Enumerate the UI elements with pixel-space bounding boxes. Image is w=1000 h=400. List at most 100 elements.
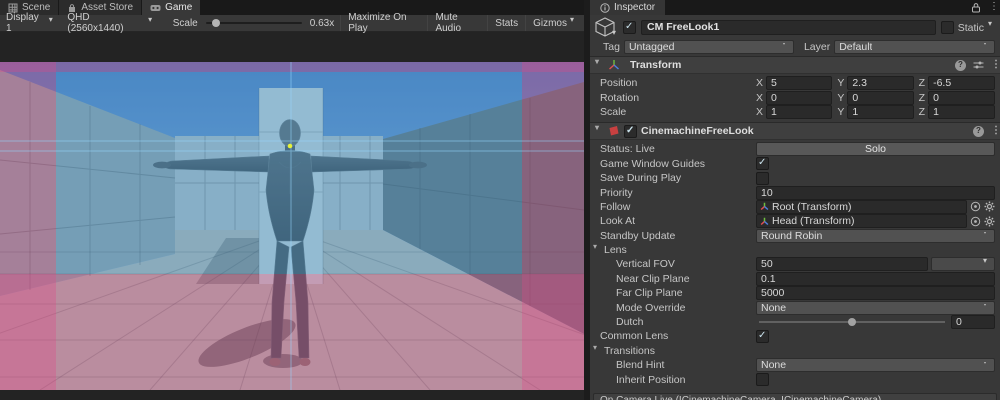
rotation-z-field[interactable]: 0 — [928, 91, 995, 105]
far-clip-label: Far Clip Plane — [590, 287, 756, 299]
foldout-arrow-icon — [593, 346, 602, 356]
component-menu-icon[interactable] — [991, 60, 995, 71]
transform-header[interactable]: Transform — [590, 57, 1000, 74]
tag-value: Untagged — [629, 41, 675, 53]
look-at-row: Look At Head (Transform) — [590, 214, 1000, 228]
tab-game[interactable]: Game — [142, 0, 200, 15]
gameobject-name-field[interactable]: CM FreeLook1 — [641, 20, 936, 35]
cinemachine-component: CinemachineFreeLook Status: Live Solo Ga… — [590, 122, 1000, 400]
transform-icon — [608, 59, 620, 71]
lens-foldout[interactable]: Lens — [590, 243, 1000, 257]
tab-inspector[interactable]: Inspector — [590, 0, 665, 15]
standby-update-dropdown[interactable]: Round Robin — [756, 229, 995, 243]
cinemachine-header-icons — [973, 126, 995, 137]
scale-slider-knob[interactable] — [212, 19, 220, 27]
gear-icon[interactable] — [984, 216, 995, 227]
save-during-play-label: Save During Play — [590, 172, 756, 184]
dutch-slider-knob[interactable] — [848, 318, 856, 326]
stats-button[interactable]: Stats — [487, 15, 525, 31]
common-lens-row: Common Lens — [590, 329, 1000, 343]
lock-icon[interactable] — [971, 2, 981, 13]
near-clip-field[interactable]: 0.1 — [756, 272, 995, 286]
dutch-field[interactable]: 0 — [951, 315, 995, 329]
scale-y-field[interactable]: 1 — [847, 105, 913, 119]
scale-label: Scale — [173, 18, 198, 29]
status-label: Status: Live — [590, 143, 756, 155]
presets-icon[interactable] — [973, 60, 984, 70]
scale-z-field[interactable]: 1 — [928, 105, 995, 119]
foldout-arrow-icon[interactable] — [595, 126, 604, 136]
vertical-fov-field[interactable]: 50 — [756, 257, 928, 271]
save-during-play-checkbox[interactable] — [756, 172, 769, 185]
mute-audio-button[interactable]: Mute Audio — [427, 15, 487, 31]
follow-object-field[interactable]: Root (Transform) — [756, 200, 967, 214]
chevron-down-icon[interactable] — [988, 24, 995, 31]
solo-button[interactable]: Solo — [756, 142, 995, 156]
component-menu-icon[interactable] — [991, 126, 995, 137]
help-icon[interactable] — [973, 126, 984, 137]
scale-row: Scale X1 Y1 Z1 — [590, 105, 1000, 119]
layer-value: Default — [839, 41, 872, 53]
scale-x-field[interactable]: 1 — [766, 105, 832, 119]
gameobject-cube-icon[interactable] — [594, 17, 618, 38]
display-dropdown[interactable]: Display 1 — [0, 15, 61, 31]
game-render-viewport[interactable] — [0, 62, 584, 390]
fov-preset-dropdown[interactable] — [931, 257, 995, 271]
position-y-field[interactable]: 2.3 — [847, 76, 913, 90]
static-checkbox[interactable] — [941, 21, 954, 34]
look-at-object-field[interactable]: Head (Transform) — [756, 214, 967, 228]
far-clip-field[interactable]: 5000 — [756, 286, 995, 300]
resolution-dropdown[interactable]: QHD (2560x1440) — [61, 15, 160, 31]
cinemachine-header[interactable]: CinemachineFreeLook — [590, 123, 1000, 140]
tag-dropdown[interactable]: Untagged — [624, 40, 794, 54]
tag-layer-row: Tag Untagged Layer Default — [594, 40, 995, 53]
mode-override-dropdown[interactable]: None — [756, 301, 995, 315]
transform-title: Transform — [630, 59, 681, 71]
standby-update-label: Standby Update — [590, 230, 756, 242]
maximize-on-play-button[interactable]: Maximize On Play — [340, 15, 427, 31]
look-at-value: Head (Transform) — [772, 215, 854, 227]
game-window-guides-label: Game Window Guides — [590, 158, 756, 170]
dutch-slider[interactable] — [759, 321, 945, 323]
gameobject-name-row: CM FreeLook1 Static — [594, 18, 995, 37]
transitions-foldout[interactable]: Transitions — [590, 344, 1000, 358]
scene-grid-icon — [8, 3, 18, 13]
axis-y-label: Y — [837, 106, 844, 118]
rotation-x-field[interactable]: 0 — [766, 91, 832, 105]
foldout-arrow-icon[interactable] — [595, 60, 604, 70]
cinemachine-icon — [608, 125, 620, 137]
blend-hint-dropdown[interactable]: None — [756, 358, 995, 372]
cinemachine-hard-zone-top[interactable] — [0, 62, 584, 72]
object-picker-icon[interactable] — [970, 201, 981, 212]
rotation-y-field[interactable]: 0 — [847, 91, 913, 105]
follow-row: Follow Root (Transform) — [590, 200, 1000, 214]
scale-slider[interactable] — [206, 22, 302, 24]
gear-icon[interactable] — [984, 201, 995, 212]
inherit-position-checkbox[interactable] — [756, 373, 769, 386]
axis-z-label: Z — [919, 106, 925, 118]
position-x-field[interactable]: 5 — [766, 76, 832, 90]
cinemachine-title: CinemachineFreeLook — [641, 125, 754, 137]
mode-override-label: Mode Override — [590, 302, 756, 314]
position-z-field[interactable]: -6.5 — [928, 76, 995, 90]
common-lens-checkbox[interactable] — [756, 330, 769, 343]
priority-field[interactable]: 10 — [756, 186, 995, 200]
layer-dropdown[interactable]: Default — [834, 40, 995, 54]
cinemachine-soft-zone[interactable] — [56, 72, 522, 274]
cinemachine-hard-zone-bottom[interactable] — [0, 274, 584, 390]
help-icon[interactable] — [955, 60, 966, 71]
axis-z-label: Z — [919, 77, 925, 89]
game-tab-icon — [150, 3, 161, 13]
inherit-position-row: Inherit Position — [590, 372, 1000, 386]
near-clip-label: Near Clip Plane — [590, 273, 756, 285]
rotation-row: Rotation X0 Y0 Z0 — [590, 90, 1000, 104]
inspector-menu-icon[interactable] — [989, 2, 993, 13]
standby-update-value: Round Robin — [761, 230, 822, 242]
gameobject-active-checkbox[interactable] — [623, 21, 636, 34]
gizmos-dropdown[interactable]: Gizmos — [525, 15, 584, 31]
inspector-panel: Inspector CM FreeLook1 Static — [590, 0, 1000, 400]
cinemachine-enabled-checkbox[interactable] — [624, 125, 637, 138]
game-window-guides-checkbox[interactable] — [756, 157, 769, 170]
object-picker-icon[interactable] — [970, 216, 981, 227]
position-label: Position — [590, 77, 756, 89]
